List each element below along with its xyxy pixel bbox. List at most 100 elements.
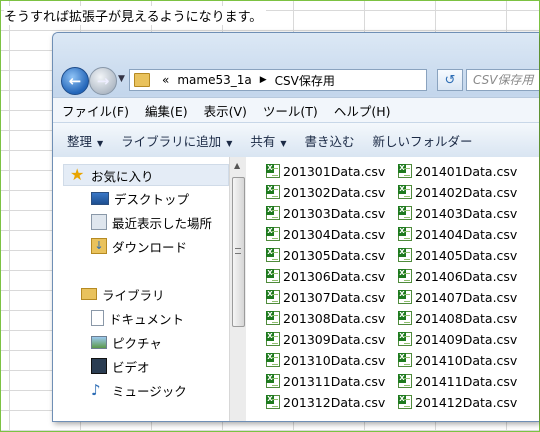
file-item[interactable]: 201411Data.csv bbox=[398, 371, 517, 391]
file-name: 201306Data.csv bbox=[283, 268, 386, 284]
back-button[interactable]: ← bbox=[61, 67, 89, 95]
csv-file-icon bbox=[398, 185, 412, 199]
library-icon bbox=[81, 288, 97, 300]
file-item[interactable]: 201302Data.csv bbox=[266, 182, 385, 202]
file-name: 201411Data.csv bbox=[415, 373, 518, 389]
file-item[interactable]: 201409Data.csv bbox=[398, 329, 517, 349]
file-item[interactable]: 201307Data.csv bbox=[266, 287, 385, 307]
recent-places-icon bbox=[91, 214, 107, 230]
pictures-icon bbox=[91, 335, 107, 349]
file-list: 201301Data.csv 201302Data.csv 201303Data.c… bbox=[246, 157, 539, 421]
file-item[interactable]: 201305Data.csv bbox=[266, 245, 385, 265]
file-name: 201412Data.csv bbox=[415, 394, 518, 410]
menu-bar: ファイル(F) 編集(E) 表示(V) ツール(T) ヘルプ(H) bbox=[53, 97, 539, 122]
menu-edit[interactable]: 編集(E) bbox=[145, 101, 188, 120]
file-name: 201404Data.csv bbox=[415, 226, 518, 242]
csv-file-icon bbox=[398, 332, 412, 346]
file-name: 201406Data.csv bbox=[415, 268, 518, 284]
file-item[interactable]: 201311Data.csv bbox=[266, 371, 385, 391]
nav-scrollbar[interactable]: ▲ bbox=[229, 157, 246, 421]
menu-file[interactable]: ファイル(F) bbox=[62, 101, 129, 120]
file-item[interactable]: 201405Data.csv bbox=[398, 245, 517, 265]
csv-file-icon bbox=[398, 311, 412, 325]
file-item[interactable]: 201309Data.csv bbox=[266, 329, 385, 349]
file-item[interactable]: 201407Data.csv bbox=[398, 287, 517, 307]
csv-file-icon bbox=[398, 395, 412, 409]
csv-file-icon bbox=[398, 353, 412, 367]
scroll-thumb[interactable] bbox=[232, 177, 245, 327]
file-item[interactable]: 201304Data.csv bbox=[266, 224, 385, 244]
file-name: 201301Data.csv bbox=[283, 163, 386, 179]
file-item[interactable]: 201406Data.csv bbox=[398, 266, 517, 286]
menu-help[interactable]: ヘルプ(H) bbox=[334, 101, 391, 120]
csv-file-icon bbox=[266, 332, 280, 346]
share-button[interactable]: 共有 ▼ bbox=[250, 131, 286, 150]
file-item[interactable]: 201301Data.csv bbox=[266, 161, 385, 181]
download-icon: ↓ bbox=[91, 238, 107, 254]
file-name: 201305Data.csv bbox=[283, 247, 386, 263]
file-item[interactable]: 201402Data.csv bbox=[398, 182, 517, 202]
menu-view[interactable]: 表示(V) bbox=[204, 101, 247, 120]
csv-file-icon bbox=[266, 395, 280, 409]
address-bar[interactable]: « mame53_1a ▶ CSV保存用 bbox=[129, 69, 427, 91]
file-item[interactable]: 201412Data.csv bbox=[398, 392, 517, 412]
file-item[interactable]: 201312Data.csv bbox=[266, 392, 385, 412]
csv-file-icon bbox=[266, 206, 280, 220]
history-dropdown-icon[interactable]: ▼ bbox=[118, 74, 125, 84]
music-icon: ♪ bbox=[91, 381, 101, 399]
csv-file-icon bbox=[398, 227, 412, 241]
file-name: 201401Data.csv bbox=[415, 163, 518, 179]
chevron-down-icon: ▼ bbox=[97, 138, 104, 148]
file-name: 201407Data.csv bbox=[415, 289, 518, 305]
file-item[interactable]: 201303Data.csv bbox=[266, 203, 385, 223]
file-item[interactable]: 201403Data.csv bbox=[398, 203, 517, 223]
explorer-window: ← → ▼ « mame53_1a ▶ CSV保存用 ↺ CSV保存用 ファイル… bbox=[52, 32, 539, 422]
chevron-right-icon[interactable]: ▶ bbox=[260, 75, 267, 85]
navigation-bar: ← → ▼ « mame53_1a ▶ CSV保存用 ↺ CSV保存用 bbox=[61, 67, 539, 95]
csv-file-icon bbox=[266, 164, 280, 178]
scroll-up-icon[interactable]: ▲ bbox=[234, 161, 240, 170]
file-item[interactable]: 201408Data.csv bbox=[398, 308, 517, 328]
command-toolbar: 整理 ▼ ライブラリに追加 ▼ 共有 ▼ 書き込む 新しいフォルダー bbox=[53, 122, 539, 158]
file-name: 201309Data.csv bbox=[283, 331, 386, 347]
csv-file-icon bbox=[266, 269, 280, 283]
csv-file-icon bbox=[398, 206, 412, 220]
refresh-button[interactable]: ↺ bbox=[437, 69, 463, 91]
menu-tools[interactable]: ツール(T) bbox=[263, 101, 318, 120]
file-name: 201311Data.csv bbox=[283, 373, 386, 389]
address-overflow[interactable]: « bbox=[162, 73, 169, 87]
chevron-down-icon: ▼ bbox=[280, 138, 287, 148]
desktop-icon bbox=[91, 191, 109, 205]
burn-button[interactable]: 書き込む bbox=[305, 131, 355, 150]
organize-button[interactable]: 整理 ▼ bbox=[67, 131, 103, 150]
file-name: 201403Data.csv bbox=[415, 205, 518, 221]
file-item[interactable]: 201306Data.csv bbox=[266, 266, 385, 286]
file-name: 201409Data.csv bbox=[415, 331, 518, 347]
file-name: 201312Data.csv bbox=[283, 394, 386, 410]
csv-file-icon bbox=[398, 290, 412, 304]
csv-file-icon bbox=[266, 185, 280, 199]
video-icon bbox=[91, 358, 107, 374]
chevron-down-icon: ▼ bbox=[226, 138, 233, 148]
file-name: 201410Data.csv bbox=[415, 352, 518, 368]
forward-button[interactable]: → bbox=[89, 67, 117, 95]
file-item[interactable]: 201401Data.csv bbox=[398, 161, 517, 181]
file-name: 201308Data.csv bbox=[283, 310, 386, 326]
file-item[interactable]: 201310Data.csv bbox=[266, 350, 385, 370]
file-item[interactable]: 201410Data.csv bbox=[398, 350, 517, 370]
add-to-library-button[interactable]: ライブラリに追加 ▼ bbox=[121, 131, 232, 150]
file-name: 201303Data.csv bbox=[283, 205, 386, 221]
new-folder-button[interactable]: 新しいフォルダー bbox=[373, 131, 473, 150]
file-name: 201405Data.csv bbox=[415, 247, 518, 263]
address-parent[interactable]: mame53_1a bbox=[177, 73, 251, 87]
csv-file-icon bbox=[398, 248, 412, 262]
search-input[interactable]: CSV保存用 bbox=[466, 69, 539, 91]
file-item[interactable]: 201308Data.csv bbox=[266, 308, 385, 328]
file-item[interactable]: 201404Data.csv bbox=[398, 224, 517, 244]
search-placeholder: CSV保存用 bbox=[473, 73, 534, 87]
folder-icon bbox=[134, 73, 150, 87]
sidebar-item-favorites[interactable]: ★ お気に入り bbox=[63, 164, 229, 186]
file-name: 201307Data.csv bbox=[283, 289, 386, 305]
address-current[interactable]: CSV保存用 bbox=[275, 72, 335, 89]
csv-file-icon bbox=[266, 374, 280, 388]
